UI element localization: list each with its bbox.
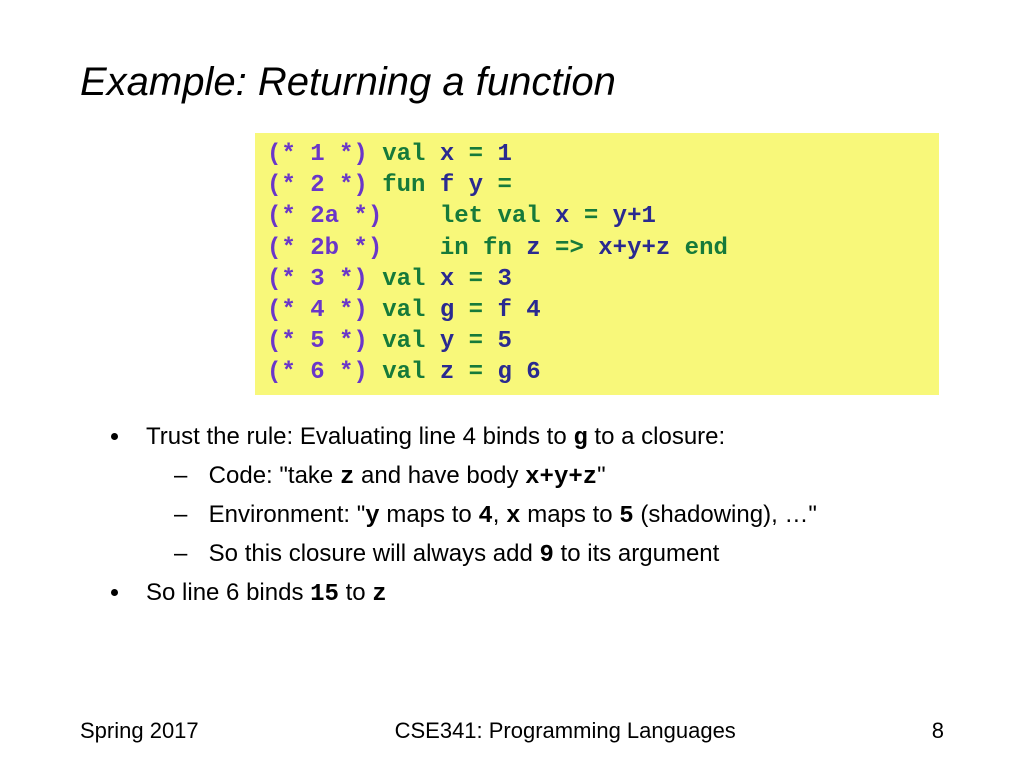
bullet-text: maps to: [380, 501, 479, 528]
keyword: fun: [368, 172, 440, 199]
bullet-text: (shadowing), …": [634, 501, 817, 528]
bullet-text: and have body: [354, 462, 525, 489]
op: =: [454, 328, 497, 355]
bullet-text: Environment: ": [209, 501, 366, 528]
op: =: [454, 141, 497, 168]
identifier: z: [526, 235, 540, 262]
footer-right: 8: [932, 718, 944, 744]
comment: (* 1 *): [267, 141, 368, 168]
identifier: x: [440, 266, 454, 293]
bullet-text: to a closure:: [588, 423, 725, 450]
identifier: x: [555, 203, 569, 230]
pad: [382, 203, 440, 230]
code-inline: z: [372, 581, 386, 608]
keyword: val: [368, 297, 440, 324]
identifier: y: [440, 328, 454, 355]
comment: (* 4 *): [267, 297, 368, 324]
footer-left: Spring 2017: [80, 718, 199, 744]
comment: (* 2a *): [267, 203, 382, 230]
bullet-text: Code: "take: [209, 462, 340, 489]
bullet-text: ": [597, 462, 606, 489]
code-inline: 15: [310, 581, 339, 608]
op: =: [454, 359, 497, 386]
value: 5: [497, 328, 511, 355]
code-inline: 5: [619, 503, 633, 530]
slide-footer: Spring 2017 CSE341: Programming Language…: [80, 718, 944, 744]
keyword: let val: [440, 203, 555, 230]
sub-bullet-item: Code: "take z and have body x+y+z": [188, 462, 944, 491]
code-inline: g: [573, 425, 587, 452]
bullet-item: So line 6 binds 15 to z: [132, 579, 944, 608]
slide: Example: Returning a function (* 1 *) va…: [0, 0, 1024, 768]
bullet-text: ,: [493, 501, 506, 528]
bullet-list: Trust the rule: Evaluating line 4 binds …: [80, 423, 944, 608]
op: =: [454, 297, 497, 324]
keyword: in fn: [440, 235, 526, 262]
value: y+1: [613, 203, 656, 230]
keyword: val: [368, 141, 440, 168]
bullet-text: So this closure will always add: [209, 540, 540, 567]
value: x+y+z: [598, 235, 670, 262]
code-inline: z: [340, 464, 354, 491]
slide-title: Example: Returning a function: [80, 60, 944, 105]
identifier: g: [440, 297, 454, 324]
bullet-text: to: [339, 579, 372, 606]
code-inline: 4: [478, 503, 492, 530]
op: =>: [541, 235, 599, 262]
comment: (* 6 *): [267, 359, 368, 386]
code-block: (* 1 *) val x = 1 (* 2 *) fun f y = (* 2…: [255, 133, 939, 395]
pad: [382, 235, 440, 262]
identifier: f y: [440, 172, 483, 199]
bullet-text: to its argument: [554, 540, 719, 567]
code-inline: x: [506, 503, 520, 530]
sub-bullet-item: Environment: "y maps to 4, x maps to 5 (…: [188, 501, 944, 530]
comment: (* 3 *): [267, 266, 368, 293]
identifier: z: [440, 359, 454, 386]
bullet-item: Trust the rule: Evaluating line 4 binds …: [132, 423, 944, 569]
sub-bullet-item: So this closure will always add 9 to its…: [188, 540, 944, 569]
value: f 4: [497, 297, 540, 324]
value: g 6: [497, 359, 540, 386]
value: 3: [497, 266, 511, 293]
keyword-end: end: [670, 235, 728, 262]
keyword: val: [368, 359, 440, 386]
op: =: [569, 203, 612, 230]
keyword: val: [368, 266, 440, 293]
op: =: [454, 266, 497, 293]
comment: (* 2b *): [267, 235, 382, 262]
identifier: x: [440, 141, 454, 168]
footer-center: CSE341: Programming Languages: [395, 718, 736, 744]
comment: (* 5 *): [267, 328, 368, 355]
keyword: val: [368, 328, 440, 355]
op: =: [483, 172, 512, 199]
comment: (* 2 *): [267, 172, 368, 199]
code-inline: x+y+z: [525, 464, 597, 491]
sub-bullet-list: Code: "take z and have body x+y+z" Envir…: [146, 462, 944, 569]
bullet-text: So line 6 binds: [146, 579, 310, 606]
code-inline: 9: [539, 542, 553, 569]
value: 1: [497, 141, 511, 168]
bullet-text: maps to: [521, 501, 620, 528]
code-inline: y: [365, 503, 379, 530]
bullet-text: Trust the rule: Evaluating line 4 binds …: [146, 423, 573, 450]
